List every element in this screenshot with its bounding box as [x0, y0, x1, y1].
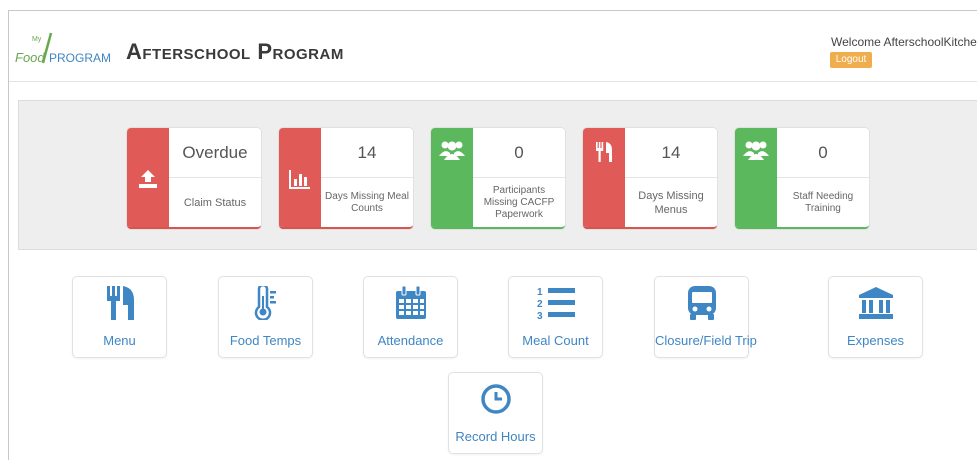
- tile-label: Expenses: [846, 333, 905, 348]
- status-card-label: Participants Missing CACFP Paperwork: [483, 184, 555, 220]
- status-card-icon-box: [735, 128, 777, 227]
- status-card-meal-counts[interactable]: 14 Days Missing Meal Counts: [279, 128, 413, 229]
- clock-icon: [480, 384, 511, 414]
- tile-label: Meal Count: [522, 333, 589, 348]
- tile-record-hours[interactable]: Record Hours: [448, 372, 543, 454]
- status-card-icon-box: [583, 128, 625, 227]
- tile-food-temps[interactable]: Food Temps: [218, 276, 313, 358]
- logout-button[interactable]: Logout: [830, 52, 872, 68]
- tile-closure-field-trip[interactable]: Closure/Field Trip: [654, 276, 757, 358]
- status-card-menus[interactable]: 14 Days Missing Menus: [583, 128, 717, 229]
- tile-label: Record Hours: [455, 429, 536, 444]
- thermometer-icon: [254, 286, 276, 320]
- tile-expenses[interactable]: Expenses: [828, 276, 923, 358]
- tile-menu[interactable]: Menu: [72, 276, 167, 358]
- bank-icon: [858, 287, 893, 319]
- tile-label: Attendance: [377, 333, 444, 348]
- svg-text:My: My: [32, 36, 42, 43]
- status-panel: Overdue Claim Status 14 Days Missing Mea…: [18, 100, 977, 250]
- app-logo[interactable]: My Food PROGRAM: [15, 31, 125, 65]
- status-card-participants[interactable]: 0 Participants Missing CACFP Paperwork: [431, 128, 565, 229]
- status-card-label: Staff Needing Training: [792, 190, 854, 214]
- fork-knife-icon: [596, 142, 612, 162]
- numbered-list-icon: 1 2 3: [537, 287, 575, 321]
- status-card-value: 0: [473, 128, 565, 178]
- status-card-value: 0: [777, 128, 869, 178]
- users-icon: [743, 141, 769, 160]
- status-card-claim-status[interactable]: Overdue Claim Status: [127, 128, 261, 229]
- tile-label: Closure/Field Trip: [655, 333, 757, 348]
- status-card-icon-box: [431, 128, 473, 227]
- status-card-value: 14: [625, 128, 717, 178]
- welcome-text: Welcome AfterschoolKitchen: [831, 35, 977, 49]
- status-card-label: Days Missing Menus: [638, 189, 704, 216]
- status-card-icon-box: [279, 128, 321, 227]
- svg-text:3: 3: [537, 311, 543, 321]
- page-title: Afterschool Program: [126, 39, 344, 64]
- bar-chart-icon: [289, 169, 310, 189]
- app-header: My Food PROGRAM Afterschool Program Welc…: [9, 11, 977, 81]
- tile-attendance[interactable]: Attendance: [363, 276, 458, 358]
- calendar-icon: [395, 286, 426, 319]
- users-icon: [439, 141, 465, 160]
- status-card-icon-box: [127, 128, 169, 227]
- svg-text:1: 1: [537, 287, 543, 298]
- upload-icon: [139, 169, 157, 188]
- bus-icon: [687, 286, 716, 320]
- status-card-label: Days Missing Meal Counts: [325, 190, 409, 214]
- tile-meal-count[interactable]: 1 2 3 Meal Count: [508, 276, 603, 358]
- tile-label: Food Temps: [229, 333, 302, 348]
- status-card-value: Overdue: [169, 128, 261, 178]
- svg-text:PROGRAM: PROGRAM: [49, 51, 111, 65]
- svg-text:2: 2: [537, 299, 543, 310]
- fork-knife-icon: [106, 286, 134, 320]
- tile-label: Menu: [103, 333, 136, 348]
- status-card-label: Claim Status: [183, 196, 247, 209]
- status-card-value: 14: [321, 128, 413, 178]
- svg-text:Food: Food: [15, 50, 45, 65]
- status-card-staff-training[interactable]: 0 Staff Needing Training: [735, 128, 869, 229]
- header-divider: [9, 81, 977, 82]
